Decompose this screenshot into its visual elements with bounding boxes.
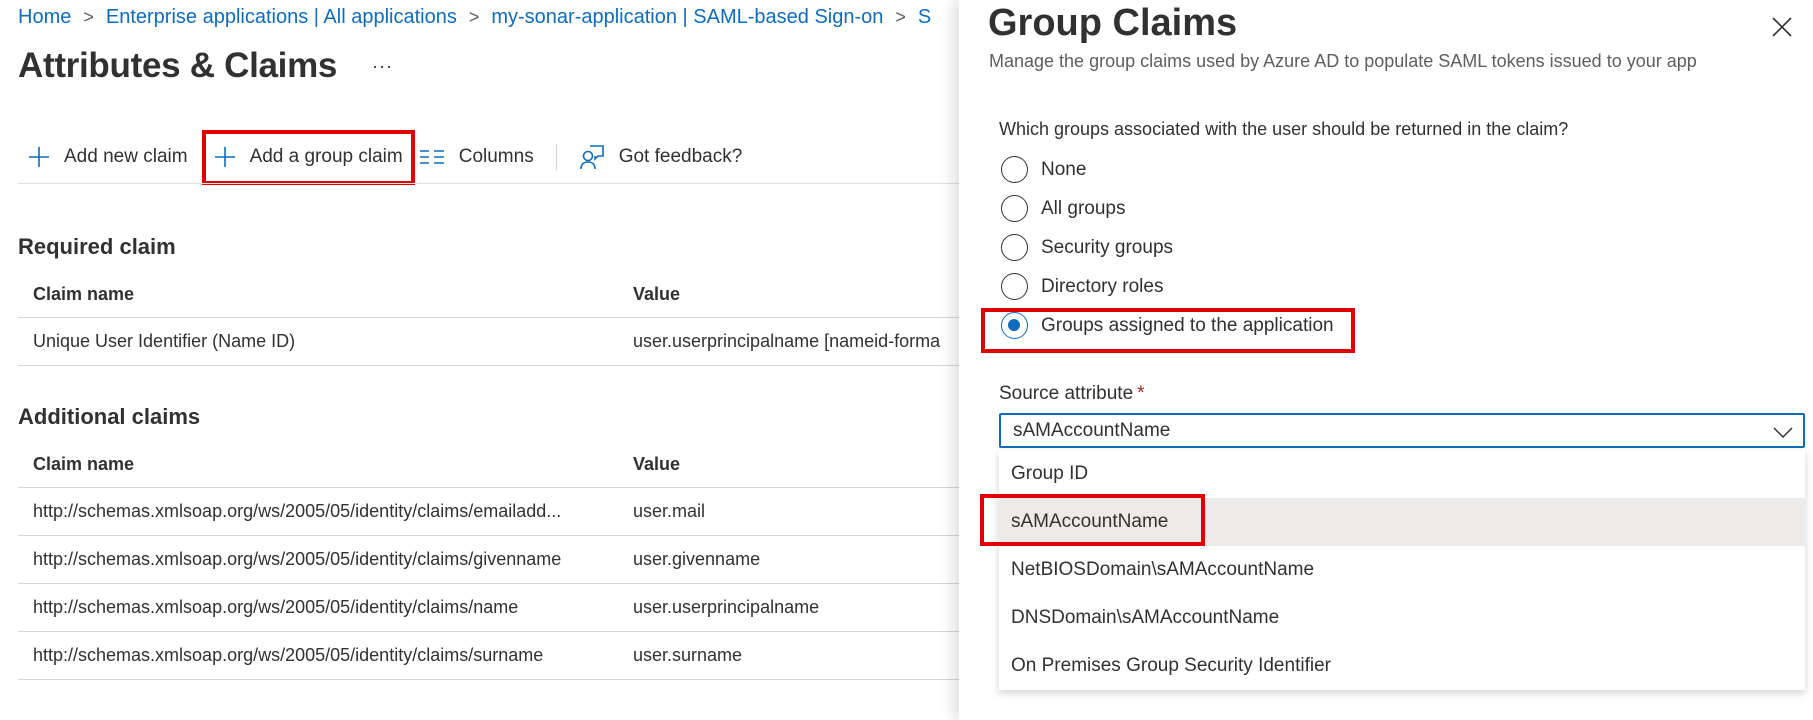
radio-directory-roles[interactable]: Directory roles [1001,267,1334,306]
source-attribute-label: Source attribute * [999,383,1145,405]
claim-name-cell: http://schemas.xmlsoap.org/ws/2005/05/id… [33,597,519,617]
panel-subtitle: Manage the group claims used by Azure AD… [989,51,1697,71]
option-group-id[interactable]: Group ID [999,450,1805,498]
groups-radio-group: None All groups Security groups Director… [1001,150,1334,345]
radio-all-groups[interactable]: All groups [1001,189,1334,228]
claim-name-cell: http://schemas.xmlsoap.org/ws/2005/05/id… [33,549,562,569]
chevron-right-icon: > [895,7,906,27]
plus-icon [214,146,236,168]
breadcrumb-saml-sign-on[interactable]: my-sonar-application | SAML-based Sign-o… [491,6,883,29]
radio-label: None [1041,158,1087,180]
add-new-claim-label: Add new claim [64,146,188,167]
add-new-claim-button[interactable]: Add new claim [18,137,196,177]
option-samaccountname[interactable]: sAMAccountName [999,498,1805,546]
radio-security-groups[interactable]: Security groups [1001,228,1334,267]
breadcrumb-home[interactable]: Home [18,6,71,29]
column-header-value: Value [633,284,681,304]
columns-label: Columns [458,146,534,167]
toolbar-divider [18,183,960,184]
table-row[interactable]: Unique User Identifier (Name ID) user.us… [18,318,960,366]
breadcrumb-enterprise-applications[interactable]: Enterprise applications | All applicatio… [106,6,457,29]
claim-value-cell: user.userprincipalname [633,597,820,617]
additional-claims-table: Claim name Value http://schemas.xmlsoap.… [18,442,960,680]
table-row[interactable]: http://schemas.xmlsoap.org/ws/2005/05/id… [18,584,960,632]
breadcrumb: Home > Enterprise applications | All app… [18,6,931,29]
table-row[interactable]: http://schemas.xmlsoap.org/ws/2005/05/id… [18,488,960,536]
table-row[interactable]: http://schemas.xmlsoap.org/ws/2005/05/id… [18,536,960,584]
radio-circle-icon [1001,156,1028,183]
table-row[interactable]: http://schemas.xmlsoap.org/ws/2005/05/id… [18,632,960,680]
breadcrumb-truncated[interactable]: S [918,6,931,29]
source-attribute-listbox: Group ID sAMAccountName NetBIOSDomain\sA… [999,450,1805,690]
radio-circle-icon [1001,234,1028,261]
chevron-right-icon: > [83,7,94,27]
option-on-premises-group-sid[interactable]: On Premises Group Security Identifier [999,642,1805,690]
radio-label: Security groups [1041,236,1174,258]
groups-question-label: Which groups associated with the user sh… [999,119,1569,139]
claim-name-cell: http://schemas.xmlsoap.org/ws/2005/05/id… [33,501,562,521]
attributes-claims-blade: Home > Enterprise applications | All app… [0,0,960,720]
radio-circle-icon [1001,273,1028,300]
close-button[interactable] [1771,16,1793,38]
radio-label: Groups assigned to the application [1041,314,1334,336]
radio-groups-assigned-to-application[interactable]: Groups assigned to the application [1001,306,1334,345]
feedback-person-icon [579,144,605,170]
columns-icon [419,148,445,166]
radio-label: Directory roles [1041,275,1164,297]
columns-button[interactable]: Columns [411,137,542,177]
plus-icon [28,146,50,168]
chevron-right-icon: > [468,7,480,27]
chevron-down-icon [1773,423,1793,445]
feedback-label: Got feedback? [618,146,743,167]
toolbar-separator [555,144,557,170]
required-claims-table: Claim name Value Unique User Identifier … [18,272,960,366]
claim-value-cell: user.mail [633,501,706,521]
table-header: Claim name Value [18,442,960,488]
more-options-button[interactable]: ··· [372,56,393,77]
toolbar: Add new claim Add a group claim Columns … [18,129,751,185]
page-title: Attributes & Claims [18,46,338,85]
radio-circle-icon [1001,195,1028,222]
option-netbiosdomain-samaccountname[interactable]: NetBIOSDomain\sAMAccountName [999,546,1805,594]
column-header-claim-name: Claim name [33,284,135,304]
option-dnsdomain-samaccountname[interactable]: DNSDomain\sAMAccountName [999,594,1805,642]
dropdown-value: sAMAccountName [1013,419,1171,441]
additional-claims-heading: Additional claims [18,404,201,429]
required-asterisk: * [1137,383,1145,404]
feedback-button[interactable]: Got feedback? [571,137,751,177]
source-attribute-dropdown[interactable]: sAMAccountName [999,413,1805,448]
column-header-value: Value [633,454,681,474]
panel-title: Group Claims [988,2,1238,44]
claim-name-cell: http://schemas.xmlsoap.org/ws/2005/05/id… [33,645,544,665]
radio-label: All groups [1041,197,1126,219]
table-header: Claim name Value [18,272,960,318]
source-attribute-label-text: Source attribute [999,383,1134,404]
radio-none[interactable]: None [1001,150,1334,189]
add-group-claim-button[interactable]: Add a group claim [201,129,415,185]
close-icon [1772,17,1792,37]
claim-value-cell: user.userprincipalname [nameid-forma [633,331,941,351]
claim-value-cell: user.surname [633,645,743,665]
column-header-claim-name: Claim name [33,454,135,474]
claim-value-cell: user.givenname [633,549,761,569]
group-claims-panel: Group Claims Manage the group claims use… [959,0,1813,720]
required-claim-heading: Required claim [18,234,176,259]
claim-name-cell: Unique User Identifier (Name ID) [33,331,296,351]
radio-checked-icon [1001,312,1028,339]
add-group-claim-label: Add a group claim [249,146,403,167]
